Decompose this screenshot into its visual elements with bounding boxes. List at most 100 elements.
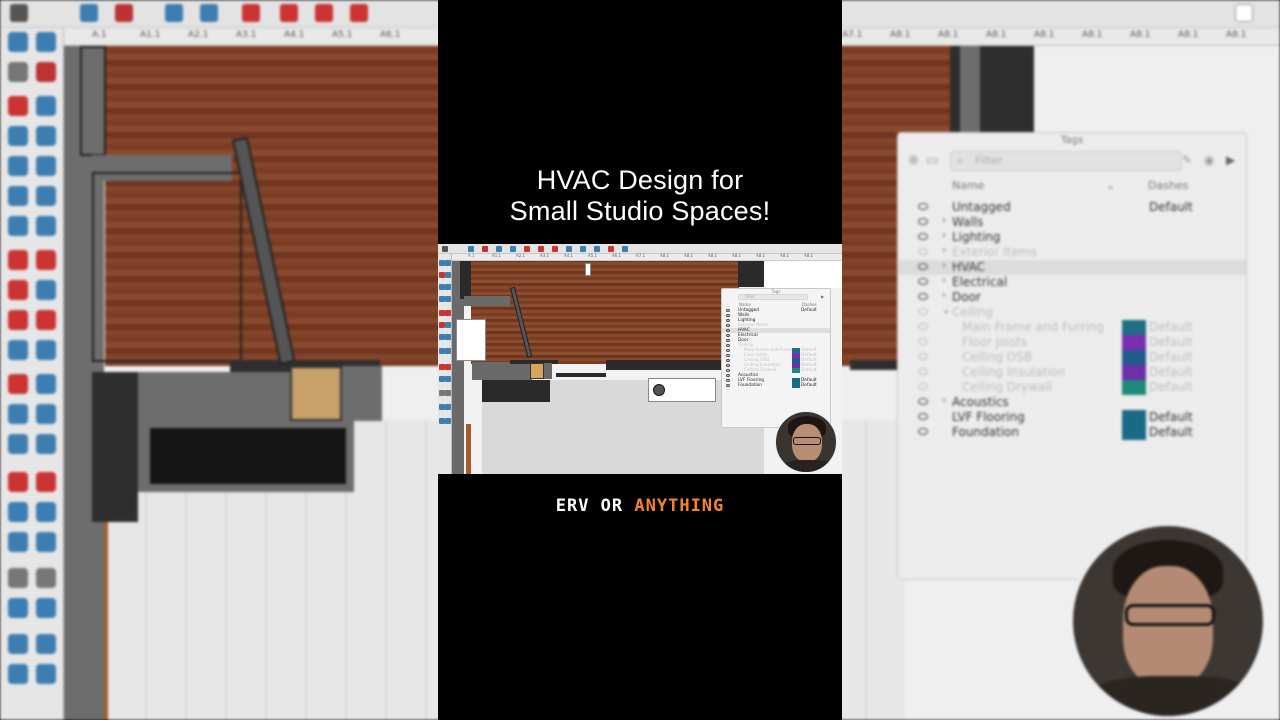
look-around-icon[interactable] [8,598,28,618]
visibility-eye-icon[interactable] [918,428,928,435]
tag-dashes[interactable]: Default [1149,320,1193,334]
pencil-icon[interactable] [8,96,28,116]
offset-icon[interactable] [36,310,56,330]
inner-eye-icon[interactable] [726,374,730,377]
inner-tag-swatch[interactable] [792,383,800,388]
eraser-icon[interactable] [80,4,98,22]
inner-rect-icon[interactable] [510,246,516,252]
move-arrows-icon[interactable] [315,4,333,22]
inner-push-icon[interactable] [524,246,530,252]
expand-arrow-icon[interactable]: › [942,395,946,406]
paint-bucket-icon[interactable] [8,32,28,52]
tag-dashes[interactable]: Default [1149,410,1193,424]
expand-arrow-icon[interactable]: ⌄ [942,305,950,316]
visibility-eye-icon[interactable] [918,248,928,255]
tape-measure-icon[interactable] [8,340,28,360]
inner-tool-icon[interactable] [445,334,451,340]
tag-color-swatch[interactable] [1122,410,1146,425]
zoom-extents-icon[interactable] [8,532,28,552]
document-icon[interactable] [1235,4,1253,22]
inner-eye-icon[interactable] [726,364,730,367]
sound-icon[interactable] [36,598,56,618]
expand-arrow-icon[interactable]: › [942,260,946,271]
expand-arrow-icon[interactable]: › [942,230,946,241]
expand-arrow-icon[interactable]: › [942,215,946,226]
inner-pencil-icon[interactable] [482,246,488,252]
inner-tool-icon[interactable] [445,364,451,370]
tag-row[interactable]: › HVAC [898,260,1246,275]
inner-move-icon[interactable] [538,246,544,252]
visibility-eye-icon[interactable] [918,353,928,360]
scale-icon[interactable] [8,310,28,330]
tag-dashes[interactable]: Default [1149,380,1193,394]
dimension-icon[interactable] [36,340,56,360]
inner-details-arrow-icon[interactable]: ▶ [821,294,824,299]
axes-icon[interactable] [8,404,28,424]
arc2-icon[interactable] [36,216,56,236]
tag-row[interactable]: Main Frame and Furring Default [898,320,1246,335]
visibility-eye-icon[interactable] [918,323,928,330]
inner-line-icon[interactable] [496,246,502,252]
text-a-icon[interactable] [36,434,56,454]
zoom-window-icon[interactable] [36,502,56,522]
expand-arrow-icon[interactable]: › [942,275,946,286]
move-icon[interactable] [8,250,28,270]
sandbox-contours-icon[interactable] [36,634,56,654]
visibility-eye-icon[interactable] [918,233,928,240]
followme-icon[interactable] [36,280,56,300]
3d-text-icon[interactable] [36,404,56,424]
tag-color-swatch[interactable] [1122,320,1146,335]
tag-dashes[interactable]: Default [1149,200,1193,214]
tag-row[interactable]: › Door [898,290,1246,305]
visibility-eye-icon[interactable] [918,308,928,315]
tag-row[interactable]: › Electrical [898,275,1246,290]
column-name-header[interactable]: Name [952,179,984,192]
tag-row[interactable]: Ceiling Drywall Default [898,380,1246,395]
position-camera-icon[interactable] [8,568,28,588]
freehand-icon[interactable] [36,96,56,116]
rectangle-icon[interactable] [8,126,28,146]
inner-section-icon[interactable] [608,246,614,252]
tag-row[interactable]: › Exterior Items [898,245,1246,260]
inner-tag-row[interactable]: Foundation Default [722,383,830,388]
inner-tool-icon[interactable] [445,322,451,328]
inner-select-icon[interactable] [442,246,448,252]
inner-tool-icon[interactable] [445,310,451,316]
inner-eye-icon[interactable] [726,349,730,352]
inner-tool-icon[interactable] [445,390,451,396]
tag-color-swatch[interactable] [1122,350,1146,365]
inner-eye-icon[interactable] [726,314,730,317]
visibility-eye-icon[interactable] [918,263,928,270]
tag-row[interactable]: Floor Joists Default [898,335,1246,350]
pushpull-icon[interactable] [36,250,56,270]
inner-tool-icon[interactable] [445,260,451,266]
inner-eye-icon[interactable] [726,384,730,387]
inner-eye-icon[interactable] [726,344,730,347]
tag-dashes[interactable]: Default [1149,335,1193,349]
walk-icon[interactable] [36,568,56,588]
eraser-icon[interactable] [36,32,56,52]
inner-tool-icon[interactable] [445,284,451,290]
tag-color-swatch[interactable] [1122,335,1146,350]
inner-tags-search[interactable]: Filter [738,294,808,300]
pencil-icon[interactable] [115,4,133,22]
tag-row[interactable]: LVF Flooring Default [898,410,1246,425]
inner-eye-icon[interactable] [726,329,730,332]
eraser-red-icon[interactable] [36,62,56,82]
zoom-icon[interactable] [8,502,28,522]
inner-eye-icon[interactable] [726,379,730,382]
tag-color-swatch[interactable] [1122,365,1146,380]
inner-tape-icon[interactable] [566,246,572,252]
tag-row[interactable]: Untagged Default [898,200,1246,215]
inner-tool-icon[interactable] [445,348,451,354]
add-tag-icon[interactable]: ⊕ [908,153,919,168]
stamp-icon[interactable] [36,664,56,684]
rotate-icon[interactable] [350,4,368,22]
section-active-icon[interactable] [36,472,56,492]
rotate-icon[interactable] [8,280,28,300]
visibility-eye-icon[interactable] [918,203,928,210]
tag-row[interactable]: ⌄ Ceiling [898,305,1246,320]
tag-row[interactable]: Foundation Default [898,425,1246,440]
tag-row[interactable]: Ceiling Insulation Default [898,365,1246,380]
inner-tool-icon[interactable] [445,296,451,302]
